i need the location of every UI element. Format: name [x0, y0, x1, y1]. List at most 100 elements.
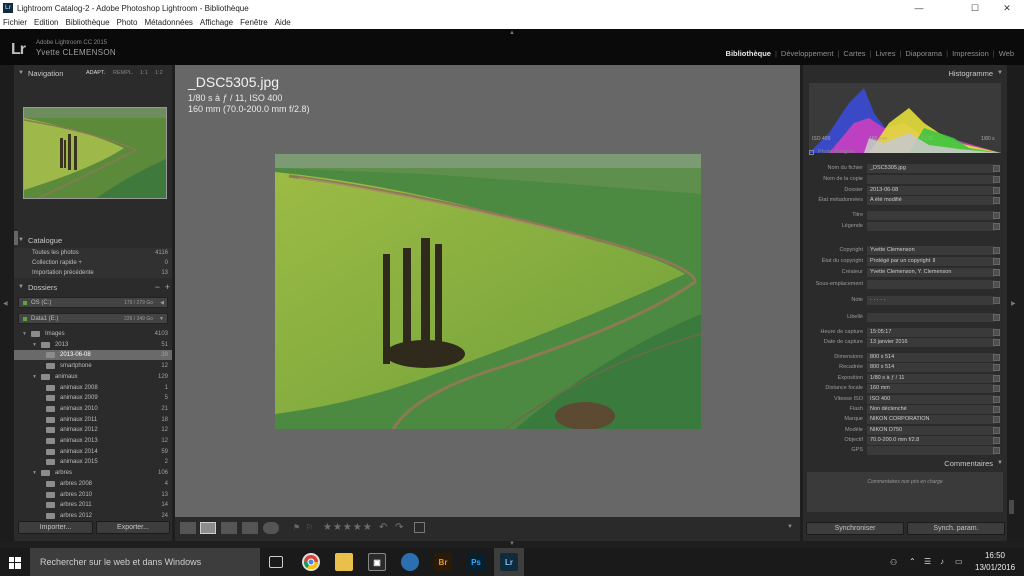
- metadata-row[interactable]: Créateur Yvette Clemenson, Y. Clemenson: [803, 268, 1007, 278]
- crop-icon[interactable]: [414, 522, 425, 533]
- filmstrip-toggle-icon[interactable]: ▼: [509, 541, 515, 547]
- metadata-row[interactable]: Libellé: [803, 313, 1007, 323]
- original-photo-checkbox[interactable]: [809, 150, 814, 155]
- catalog-item[interactable]: Collection rapide + 0: [14, 258, 172, 268]
- zoom-remplir[interactable]: REMPL.: [113, 70, 133, 76]
- metadata-action-icon[interactable]: [993, 416, 1000, 423]
- catalog-item[interactable]: Toutes les photos 4116: [14, 248, 172, 258]
- metadata-row[interactable]: Recadrée 800 x 514: [803, 363, 1007, 373]
- folder-item[interactable]: animaux 2012 12: [14, 425, 172, 435]
- metadata-action-icon[interactable]: [993, 165, 1000, 172]
- histogram-chart[interactable]: [809, 83, 1001, 153]
- folder-item[interactable]: arbres 2008 4: [14, 479, 172, 489]
- metadata-action-icon[interactable]: [993, 258, 1000, 265]
- export-button[interactable]: Exporter...: [96, 521, 170, 534]
- bridge-icon[interactable]: Br: [434, 553, 452, 571]
- catalog-header[interactable]: ▼ Catalogue: [18, 233, 170, 247]
- metadata-row[interactable]: Vitesse ISO ISO 400: [803, 395, 1007, 405]
- metadata-row[interactable]: Distance focale 160 mm: [803, 384, 1007, 394]
- top-panel-toggle-icon[interactable]: ▲: [509, 30, 515, 36]
- comments-header[interactable]: Commentaires ▼: [944, 456, 1003, 470]
- metadata-field[interactable]: [867, 280, 995, 289]
- module-cartes[interactable]: Cartes: [839, 49, 869, 58]
- menu-metadonnees[interactable]: Métadonnées: [144, 18, 192, 27]
- disclosure-icon[interactable]: ▼: [32, 374, 37, 380]
- folder-item[interactable]: ▼ 2013 51: [14, 340, 172, 350]
- store-icon[interactable]: ▣: [368, 553, 386, 571]
- menu-aide[interactable]: Aide: [275, 18, 291, 27]
- metadata-row[interactable]: Exposition 1/80 s à ƒ / 11: [803, 374, 1007, 384]
- metadata-action-icon[interactable]: [993, 281, 1000, 288]
- metadata-row[interactable]: Date de capture 13 janvier 2016: [803, 338, 1007, 348]
- metadata-field[interactable]: [867, 211, 995, 220]
- metadata-row[interactable]: Note · · · · ·: [803, 296, 1007, 306]
- volume-icon[interactable]: ♪: [940, 557, 944, 566]
- people-view-icon[interactable]: [263, 522, 279, 534]
- import-button[interactable]: Importer...: [18, 521, 93, 534]
- folder-item[interactable]: ▼ arbres 106: [14, 468, 172, 478]
- module-livres[interactable]: Livres: [871, 49, 899, 58]
- folder-item[interactable]: ▼ animaux 129: [14, 372, 172, 382]
- wifi-icon[interactable]: ☰: [924, 557, 931, 566]
- loupe-view-icon[interactable]: [200, 522, 216, 534]
- photoshop-icon[interactable]: Ps: [467, 553, 485, 571]
- folder-item[interactable]: animaux 2008 1: [14, 383, 172, 393]
- metadata-field[interactable]: [867, 175, 995, 184]
- chrome-icon[interactable]: [302, 553, 320, 571]
- metadata-field[interactable]: [867, 222, 995, 231]
- file-explorer-icon[interactable]: [335, 553, 353, 571]
- task-view-icon[interactable]: [269, 556, 283, 568]
- metadata-row[interactable]: Nom du fichier _DSC5305.jpg: [803, 164, 1007, 174]
- tray-chevron-icon[interactable]: ⌃: [909, 557, 916, 566]
- folder-item[interactable]: animaux 2011 18: [14, 415, 172, 425]
- histogram-header[interactable]: Histogramme ▼: [948, 66, 1003, 80]
- catalog-item[interactable]: Importation précédente 13: [14, 268, 172, 278]
- folder-item[interactable]: animaux 2009 5: [14, 393, 172, 403]
- tray-people-icon[interactable]: ⚇: [890, 558, 897, 567]
- metadata-action-icon[interactable]: [993, 447, 1000, 454]
- browser-icon[interactable]: [401, 553, 419, 571]
- metadata-row[interactable]: Nom de la copie: [803, 175, 1007, 185]
- metadata-action-icon[interactable]: [993, 269, 1000, 276]
- grid-view-icon[interactable]: [180, 522, 196, 534]
- menu-affichage[interactable]: Affichage: [200, 18, 233, 27]
- compare-view-icon[interactable]: [221, 522, 237, 534]
- folder-item[interactable]: 2013-06-08 39: [14, 350, 172, 361]
- metadata-action-icon[interactable]: [993, 212, 1000, 219]
- menu-bibliotheque[interactable]: Bibliothèque: [65, 18, 109, 27]
- metadata-action-icon[interactable]: [993, 437, 1000, 444]
- module-bibliotheque[interactable]: Bibliothèque: [722, 49, 775, 58]
- metadata-field[interactable]: [867, 296, 995, 305]
- folders-header[interactable]: ▼ Dossiers − +: [18, 280, 170, 294]
- reject-flag-icon[interactable]: ⚐: [306, 523, 313, 532]
- folder-item[interactable]: arbres 2012 24: [14, 511, 172, 521]
- metadata-row[interactable]: Dimensions 800 x 514: [803, 353, 1007, 363]
- metadata-row[interactable]: Flash Non déclenché: [803, 405, 1007, 415]
- disclosure-icon[interactable]: ▼: [32, 470, 37, 476]
- metadata-action-icon[interactable]: [993, 187, 1000, 194]
- metadata-action-icon[interactable]: [993, 385, 1000, 392]
- metadata-action-icon[interactable]: [993, 223, 1000, 230]
- main-photo[interactable]: [275, 154, 701, 429]
- metadata-action-icon[interactable]: [993, 329, 1000, 336]
- rotate-right-icon[interactable]: ↷: [395, 522, 403, 533]
- module-diaporama[interactable]: Diaporama: [901, 49, 946, 58]
- metadata-row[interactable]: GPS: [803, 446, 1007, 456]
- metadata-action-icon[interactable]: [993, 297, 1000, 304]
- left-panel-toggle-icon[interactable]: ◀: [3, 300, 8, 307]
- metadata-action-icon[interactable]: [993, 375, 1000, 382]
- metadata-action-icon[interactable]: [993, 354, 1000, 361]
- navigator-preview[interactable]: [23, 107, 167, 199]
- sync-button[interactable]: Synchroniser: [806, 522, 904, 535]
- metadata-field[interactable]: [867, 313, 995, 322]
- module-developpement[interactable]: Développement: [777, 49, 838, 58]
- metadata-row[interactable]: Dossier 2013-06-08: [803, 186, 1007, 196]
- metadata-action-icon[interactable]: [993, 176, 1000, 183]
- metadata-row[interactable]: Marque NIKON CORPORATION: [803, 415, 1007, 425]
- zoom-adapt[interactable]: ADAPT.: [86, 70, 105, 76]
- metadata-action-icon[interactable]: [993, 406, 1000, 413]
- menu-fichier[interactable]: Fichier: [3, 18, 27, 27]
- module-web[interactable]: Web: [995, 49, 1018, 58]
- volume-data1[interactable]: Data1 (E:) 226 / 349 Go ▼: [18, 313, 168, 324]
- clock-date[interactable]: 13/01/2016: [975, 563, 1015, 572]
